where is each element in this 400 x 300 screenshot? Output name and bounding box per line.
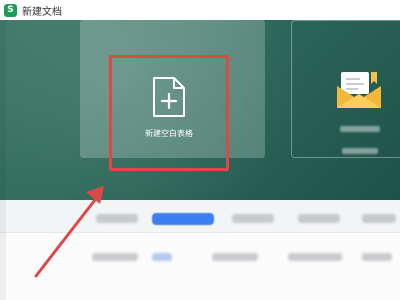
folder-mail-icon	[337, 72, 381, 108]
template-list	[0, 232, 400, 300]
list-item[interactable]	[288, 253, 342, 261]
left-edge-shadow	[0, 20, 6, 300]
window-title: 新建文档	[22, 6, 62, 18]
title-bar: S 新建文档	[0, 0, 400, 21]
category-tab[interactable]	[232, 214, 274, 223]
doc-plus-icon	[153, 77, 185, 117]
template-title-placeholder	[340, 126, 380, 132]
template-subtitle-placeholder	[342, 148, 378, 154]
new-blank-spreadsheet-button[interactable]: 新建空白表格	[109, 55, 229, 171]
list-item[interactable]	[92, 253, 138, 261]
category-tab[interactable]	[96, 214, 138, 223]
category-tab[interactable]	[298, 214, 340, 223]
list-item[interactable]	[362, 253, 392, 261]
category-tab-active[interactable]	[152, 213, 214, 225]
list-item[interactable]	[152, 253, 172, 261]
category-tabs	[0, 206, 400, 230]
blank-spreadsheet-label: 新建空白表格	[145, 129, 193, 138]
spreadsheet-app-icon: S	[4, 3, 17, 17]
list-item[interactable]	[212, 253, 258, 261]
lower-panel	[0, 200, 400, 300]
category-tab[interactable]	[362, 214, 396, 223]
